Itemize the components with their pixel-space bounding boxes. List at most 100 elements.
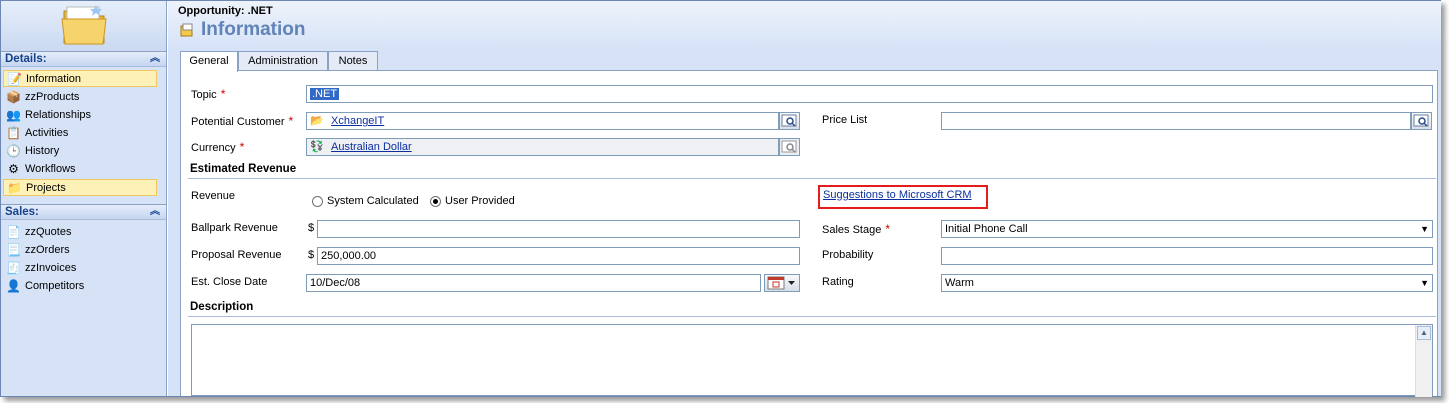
details-section-title: Details: [5,53,47,65]
nav-item-zzquotes[interactable]: 📄 zzQuotes [3,224,157,241]
competitors-icon: 👤 [6,279,21,293]
lookup-icon [1413,114,1429,127]
ballpark-revenue-input[interactable] [317,220,800,238]
projects-icon: 📁 [7,181,22,195]
form-header: Opportunity: .NET Information [168,1,1441,48]
pricelist-lookup-field[interactable] [941,112,1411,130]
currency-lookup-button[interactable] [779,138,800,156]
lookup-icon [781,140,797,153]
required-mark: * [885,222,890,236]
proposal-currency-symbol: $ [308,249,315,261]
nav-item-projects[interactable]: 📁 Projects [3,179,157,196]
ballpark-label: Ballpark Revenue [191,222,278,234]
account-icon: 📂 [310,115,324,127]
details-section-header[interactable]: Details: ︽ [1,51,166,67]
probability-label: Probability [822,249,874,261]
orders-icon: 📃 [6,243,21,257]
user-provided-label: User Provided [445,195,515,207]
rating-value: Warm [945,277,974,289]
nav-item-zzorders[interactable]: 📃 zzOrders [3,242,157,259]
entity-logo-area [1,1,166,51]
customer-lookup-field[interactable]: 📂 XchangeIT [306,112,779,130]
opportunity-window: Details: ︽ 📝 Information 📦 zzProducts 👥 … [0,0,1441,397]
sales-stage-select[interactable]: Initial Phone Call ▼ [941,220,1433,238]
chevron-down-icon: ▼ [1420,278,1429,288]
user-provided-radio[interactable] [430,196,441,207]
topic-label-text: Topic [191,89,217,101]
probability-input[interactable] [941,247,1433,265]
nav-item-label: Activities [25,127,69,139]
nav-item-label: Information [26,73,82,85]
pricelist-label: Price List [822,114,868,126]
folder-icon [61,5,107,45]
collapse-icon[interactable]: ︽ [150,52,160,66]
information-icon [180,23,193,37]
tab-notes[interactable]: Notes [328,51,378,71]
invoices-icon: 🧾 [6,261,21,275]
nav-item-label: History [25,145,60,157]
currency-label: Currency * [191,140,244,154]
activities-icon: 📋 [6,126,21,140]
page-title: Information [201,19,306,40]
lookup-icon [781,114,797,127]
sales-stage-label: Sales Stage * [822,222,890,236]
customer-label: Potential Customer * [191,114,293,128]
nav-item-history[interactable]: 🕒 History [3,143,157,160]
system-calculated-radio[interactable] [312,196,323,207]
customer-label-text: Potential Customer [191,116,285,128]
nav-item-zzinvoices[interactable]: 🧾 zzInvoices [3,260,157,277]
description-textarea[interactable]: ▲ [191,324,1433,397]
rating-select[interactable]: Warm ▼ [941,274,1433,292]
nav-item-activities[interactable]: 📋 Activities [3,125,157,142]
topic-value: .NET [310,88,340,100]
nav-item-competitors[interactable]: 👤 Competitors [3,278,157,295]
tab-administration[interactable]: Administration [238,51,328,71]
customer-link[interactable]: XchangeIT [331,115,384,127]
description-section-title: Description [190,301,254,313]
nav-item-workflows[interactable]: ⚙ Workflows [3,161,157,178]
scroll-up-icon[interactable]: ▲ [1417,326,1431,340]
calendar-button[interactable] [764,274,800,292]
nav-item-relationships[interactable]: 👥 Relationships [3,107,157,124]
proposal-label: Proposal Revenue [191,249,282,261]
close-date-input[interactable]: 10/Dec/08 [306,274,761,292]
description-scrollbar[interactable]: ▲ [1415,325,1432,397]
quotes-icon: 📄 [6,225,21,239]
tab-general[interactable]: General [180,51,238,72]
products-icon: 📦 [6,90,21,104]
information-icon: 📝 [7,72,22,86]
nav-item-label: zzQuotes [25,226,72,238]
nav-item-label: zzOrders [25,244,70,256]
currency-lookup-field[interactable]: 💱 Australian Dollar [306,138,779,156]
system-calculated-label: System Calculated [327,195,419,207]
sales-section-title: Sales: [5,206,39,218]
nav-item-label: Competitors [25,280,85,292]
nav-item-label: zzInvoices [25,262,77,274]
topic-label: Topic * [191,87,225,101]
nav-item-label: Relationships [25,109,92,121]
relationships-icon: 👥 [6,108,21,122]
nav-item-zzproducts[interactable]: 📦 zzProducts [3,89,157,106]
currency-link[interactable]: Australian Dollar [331,141,412,153]
collapse-icon[interactable]: ︽ [150,205,160,219]
nav-item-label: zzProducts [25,91,80,103]
section-divider [188,316,1436,317]
nav-item-label: Projects [26,182,66,194]
sales-section-header[interactable]: Sales: ︽ [1,204,166,220]
suggestions-link[interactable]: Suggestions to Microsoft CRM [823,189,972,201]
required-mark: * [239,140,245,154]
proposal-revenue-input[interactable]: 250,000.00 [317,247,800,265]
nav-item-information[interactable]: 📝 Information [3,70,157,87]
rating-label: Rating [822,276,854,288]
currency-icon: 💱 [310,141,324,153]
pricelist-lookup-button[interactable] [1411,112,1432,130]
suggestions-highlight-box: Suggestions to Microsoft CRM [818,185,988,209]
chevron-down-icon: ▼ [1420,224,1429,234]
close-date-label: Est. Close Date [191,276,268,288]
topic-input[interactable]: .NET [306,85,1433,103]
workflows-icon: ⚙ [8,162,19,176]
nav-item-label: Workflows [25,163,76,175]
sales-stage-label-text: Sales Stage [822,224,882,236]
customer-lookup-button[interactable] [779,112,800,130]
required-mark: * [220,87,226,101]
